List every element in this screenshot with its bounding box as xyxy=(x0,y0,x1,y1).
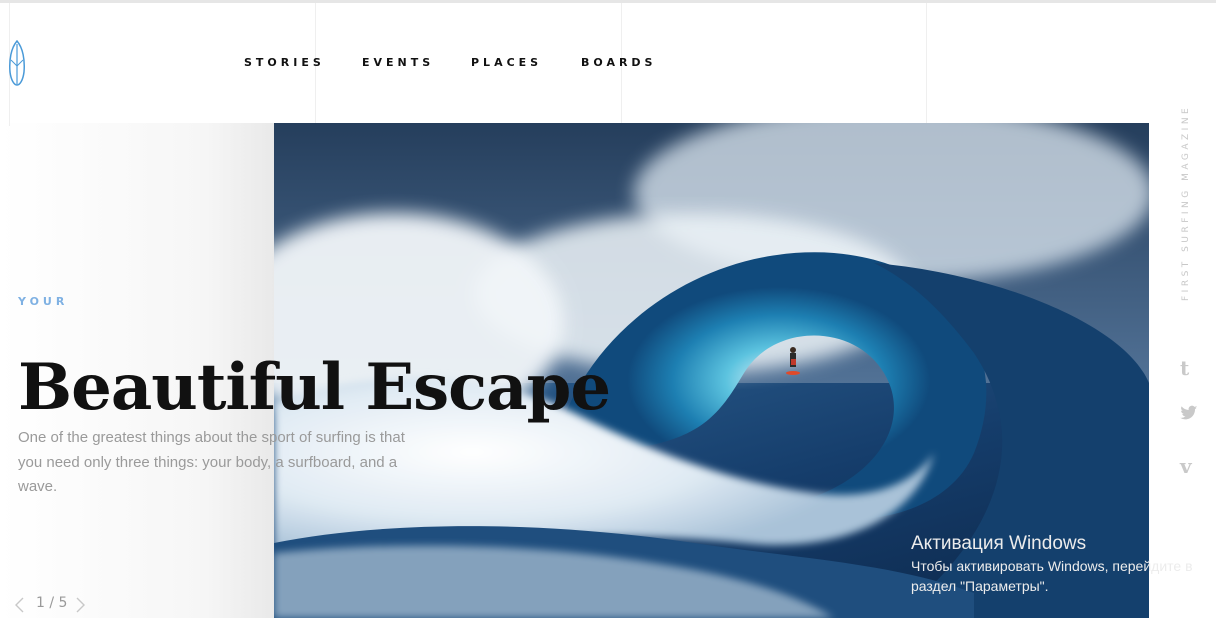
windows-activation-watermark: Активация Windows Чтобы активировать Win… xyxy=(911,532,1193,596)
watermark-line-1: Чтобы активировать Windows, перейдите в xyxy=(911,558,1193,574)
chevron-right-icon[interactable] xyxy=(72,596,88,614)
nav-events[interactable]: EVENTS xyxy=(362,56,434,69)
watermark-title: Активация Windows xyxy=(911,533,1087,554)
hero-title: Beautiful Escape xyxy=(18,350,611,425)
twitter-icon[interactable] xyxy=(1180,404,1198,422)
chevron-left-icon[interactable] xyxy=(12,596,28,614)
top-border xyxy=(0,0,1216,3)
nav-boards[interactable]: BOARDS xyxy=(581,56,656,69)
vertical-tagline: FIRST SURFING MAGAZINE xyxy=(1181,60,1195,301)
slide-counter: 1 / 5 xyxy=(36,595,68,611)
tagline-text: FIRST SURFING MAGAZINE xyxy=(1181,104,1191,301)
vimeo-icon[interactable]: v xyxy=(1180,454,1198,478)
tumblr-icon[interactable]: t xyxy=(1180,356,1198,380)
nav-stories[interactable]: STORIES xyxy=(244,56,325,69)
hero-eyebrow: YOUR xyxy=(18,295,69,308)
hero-description: One of the greatest things about the spo… xyxy=(18,429,405,495)
nav-places[interactable]: PLACES xyxy=(471,56,542,69)
main-nav: STORIES EVENTS PLACES BOARDS xyxy=(0,56,1216,72)
watermark-line-2: раздел "Параметры". xyxy=(911,578,1049,594)
